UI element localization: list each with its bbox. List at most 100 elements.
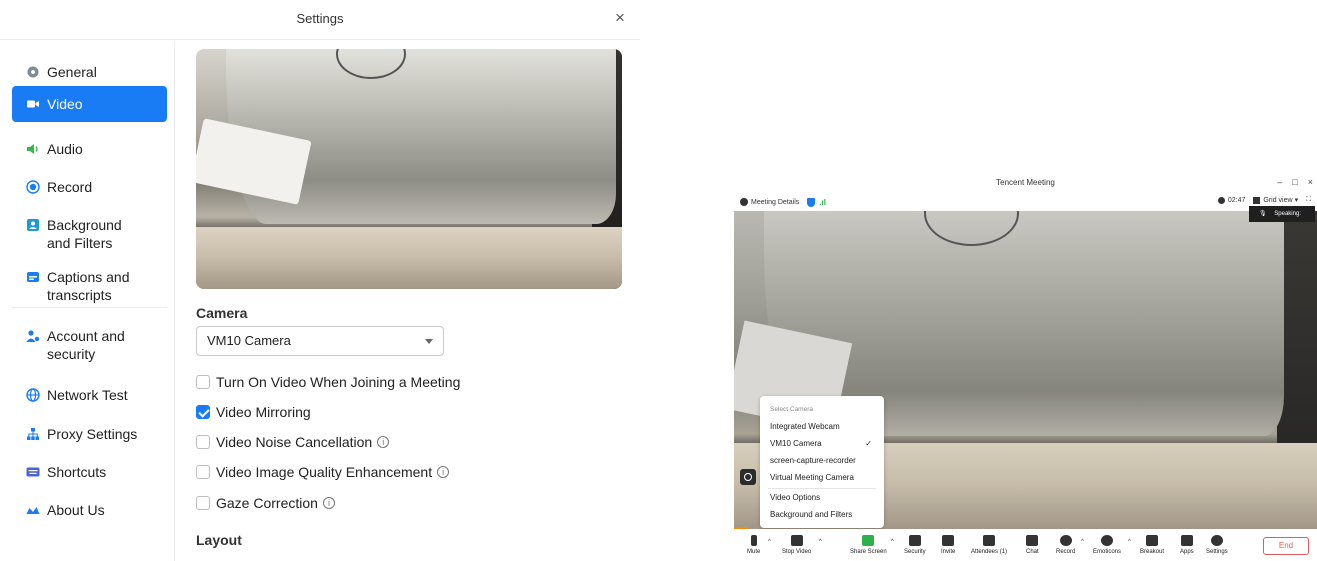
record-button[interactable]: Record xyxy=(1056,535,1075,555)
keyboard-icon xyxy=(26,465,40,479)
security-button[interactable]: Security xyxy=(904,535,926,555)
menu-item-integrated-webcam[interactable]: Integrated Webcam xyxy=(770,422,878,431)
checkbox[interactable] xyxy=(196,465,210,479)
meeting-details-button[interactable]: Meeting Details xyxy=(740,198,799,206)
camera-preview xyxy=(196,49,622,289)
option-label: Video Mirroring xyxy=(216,404,311,420)
maximize-icon[interactable]: □ xyxy=(1292,177,1297,187)
mute-button[interactable]: Mute xyxy=(747,535,760,555)
sidebar-item-record[interactable]: Record xyxy=(12,170,167,204)
sidebar-item-network-test[interactable]: Network Test xyxy=(12,378,167,412)
chevron-down-icon xyxy=(425,339,433,344)
clock-icon xyxy=(1217,196,1225,204)
sidebar-item-general[interactable]: General xyxy=(12,55,167,89)
sidebar-item-label: Background and Filters xyxy=(47,217,122,251)
sidebar-item-audio[interactable]: Audio xyxy=(12,132,167,166)
sidebar-item-shortcuts[interactable]: Shortcuts xyxy=(12,455,167,489)
menu-header: Select Camera xyxy=(770,406,813,413)
fullscreen-icon[interactable]: ⛶ xyxy=(1306,196,1311,204)
option-video-noise-cancellation[interactable]: Video Noise Cancellation i xyxy=(196,434,390,450)
menu-item-virtual-meeting-camera[interactable]: Virtual Meeting Camera xyxy=(770,473,878,482)
microphone-icon: 🎙 xyxy=(1259,211,1267,217)
account-icon xyxy=(26,329,40,343)
chevron-up-icon[interactable]: ^ xyxy=(891,539,894,545)
meeting-window: Tencent Meeting – □ × Meeting Details .ı… xyxy=(734,173,1317,561)
share-screen-icon xyxy=(862,535,875,546)
window-title: Settings xyxy=(296,11,344,26)
sidebar-item-proxy-settings[interactable]: Proxy Settings xyxy=(12,417,167,451)
menu-item-screen-capture-recorder[interactable]: screen-capture-recorder xyxy=(770,456,878,465)
sidebar-item-account-and-security[interactable]: Account and security xyxy=(12,319,167,371)
apps-icon xyxy=(1180,535,1193,546)
camera-section-title: Camera xyxy=(196,305,248,321)
menu-item-vm10-camera[interactable]: VM10 Camera ✓ xyxy=(770,439,878,448)
option-label: Video Image Quality Enhancement xyxy=(216,464,433,480)
settings-button[interactable]: Settings xyxy=(1206,535,1228,555)
option-turn-on-video[interactable]: Turn On Video When Joining a Meeting xyxy=(196,374,460,390)
camera-select[interactable]: VM10 Camera xyxy=(196,326,444,356)
close-icon[interactable]: × xyxy=(1308,177,1313,187)
apps-button[interactable]: Apps xyxy=(1180,535,1194,555)
menu-item-background-and-filters[interactable]: Background and Filters xyxy=(770,510,878,519)
share-screen-button[interactable]: Share Screen xyxy=(850,535,887,555)
info-icon[interactable]: i xyxy=(322,497,335,509)
minimize-icon[interactable]: – xyxy=(1277,177,1282,187)
option-label: Gaze Correction xyxy=(216,495,318,511)
chevron-up-icon[interactable]: ^ xyxy=(819,539,822,545)
sidebar-item-label: Network Test xyxy=(47,387,128,403)
about-icon xyxy=(26,503,40,517)
menu-item-video-options[interactable]: Video Options xyxy=(770,493,878,502)
invite-button[interactable]: Invite xyxy=(941,535,955,555)
checkbox[interactable] xyxy=(196,405,210,419)
sidebar-item-captions-and-transcripts[interactable]: Captions and transcripts xyxy=(12,260,167,312)
microphone-icon xyxy=(750,535,757,546)
chevron-up-icon[interactable]: ^ xyxy=(1081,539,1084,545)
signal-icon[interactable]: .ıl xyxy=(819,198,826,207)
grid-view-button[interactable]: Grid view ▾ xyxy=(1253,196,1298,204)
window-controls: – □ × xyxy=(1277,177,1313,187)
sidebar-item-label: About Us xyxy=(47,502,105,518)
chevron-up-icon[interactable]: ^ xyxy=(1128,539,1131,545)
video-camera-icon xyxy=(26,97,40,111)
end-meeting-button[interactable]: End xyxy=(1263,537,1309,555)
record-icon xyxy=(1059,535,1072,546)
video-camera-icon xyxy=(790,535,803,546)
sidebar-divider xyxy=(12,307,167,308)
emoticons-button[interactable]: Emoticons xyxy=(1093,535,1121,555)
close-icon[interactable]: × xyxy=(610,8,630,28)
attendees-button[interactable]: Attendees (1) xyxy=(971,535,1007,555)
checkbox[interactable] xyxy=(196,496,210,510)
breakout-button[interactable]: Breakout xyxy=(1140,535,1164,555)
sidebar-item-video[interactable]: Video xyxy=(12,86,167,122)
chevron-down-icon: ▾ xyxy=(1294,197,1299,204)
camera-switch-icon[interactable] xyxy=(740,469,756,485)
attendees-icon xyxy=(983,535,996,546)
sidebar-item-background-and-filters[interactable]: Background and Filters xyxy=(12,208,167,260)
shield-icon[interactable] xyxy=(807,197,816,207)
sidebar-item-label: Account and security xyxy=(47,328,125,362)
chevron-up-icon[interactable]: ^ xyxy=(768,539,771,545)
info-icon[interactable]: i xyxy=(437,466,450,478)
layout-section-title: Layout xyxy=(196,532,242,548)
settings-titlebar: Settings × xyxy=(0,0,640,40)
checkbox[interactable] xyxy=(196,435,210,449)
speaker-icon xyxy=(26,142,40,156)
shield-icon xyxy=(908,535,921,546)
option-gaze-correction[interactable]: Gaze Correction i xyxy=(196,495,335,511)
video-settings-panel: Camera VM10 Camera Turn On Video When Jo… xyxy=(176,41,640,561)
option-video-image-quality[interactable]: Video Image Quality Enhancement i xyxy=(196,464,450,480)
grid-icon xyxy=(1253,196,1261,204)
check-icon: ✓ xyxy=(865,439,872,448)
stop-video-button[interactable]: Stop Video xyxy=(782,535,811,555)
meeting-info-bar: Meeting Details .ıl 02:47 Grid view ▾ ⛶ xyxy=(734,193,1317,211)
option-video-mirroring[interactable]: Video Mirroring xyxy=(196,404,311,420)
chat-button[interactable]: Chat xyxy=(1026,535,1039,555)
menu-divider xyxy=(768,488,876,489)
checkbox[interactable] xyxy=(196,375,210,389)
captions-icon xyxy=(26,270,40,284)
meeting-toolbar: Mute ^ Stop Video ^ Share Screen ^ Secur… xyxy=(734,529,1317,561)
info-icon[interactable]: i xyxy=(377,436,390,448)
sidebar-item-about-us[interactable]: About Us xyxy=(12,493,167,527)
option-label: Video Noise Cancellation xyxy=(216,434,373,450)
gear-icon xyxy=(1210,535,1223,546)
